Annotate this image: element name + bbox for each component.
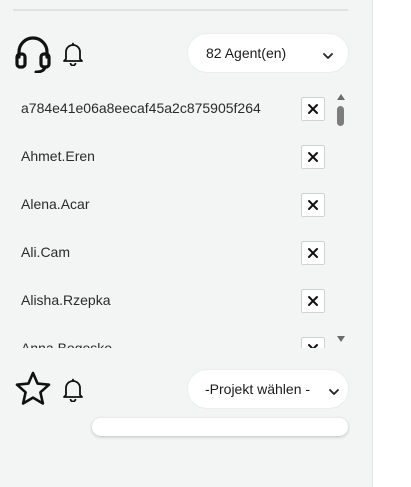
agent-select-label: 82 Agent(en)	[206, 45, 287, 61]
close-icon	[308, 296, 318, 306]
top-divider	[13, 9, 348, 11]
agent-name: a784e41e06a8eecaf45a2c875905f264	[21, 100, 261, 116]
chevron-down-icon	[322, 48, 334, 64]
remove-agent-button[interactable]	[301, 145, 325, 169]
close-icon	[308, 248, 318, 258]
list-item: Anna.Bogosko	[14, 326, 334, 348]
agent-name: Alena.Acar	[21, 196, 90, 212]
remove-agent-button[interactable]	[301, 289, 325, 313]
agent-list-scrollbar[interactable]	[335, 92, 347, 344]
agent-name: Alisha.Rzepka	[21, 292, 111, 308]
right-panel-edge	[372, 0, 411, 487]
agent-name: Ali.Cam	[21, 244, 71, 260]
agent-name: Anna.Bogosko	[21, 340, 113, 348]
list-item: Alena.Acar	[14, 182, 334, 230]
remove-agent-button[interactable]	[301, 241, 325, 265]
project-header-row: -Projekt wählen -	[14, 370, 348, 410]
bell-icon[interactable]	[62, 42, 84, 71]
bell-icon[interactable]	[62, 378, 84, 407]
project-dropdown-menu[interactable]	[92, 418, 348, 436]
list-item: Ali.Cam	[14, 230, 334, 278]
close-icon	[308, 200, 318, 210]
close-icon	[308, 152, 318, 162]
close-icon	[308, 104, 318, 114]
project-select-dropdown[interactable]: -Projekt wählen -	[188, 370, 348, 408]
list-item: Ahmet.Eren	[14, 134, 334, 182]
agents-header-row: 82 Agent(en)	[14, 34, 348, 74]
star-icon[interactable]	[14, 370, 52, 413]
scroll-thumb[interactable]	[337, 106, 344, 126]
scroll-down-arrow-icon[interactable]	[337, 336, 345, 342]
scroll-up-arrow-icon[interactable]	[337, 94, 345, 100]
agent-select-dropdown[interactable]: 82 Agent(en)	[188, 34, 348, 72]
headset-icon[interactable]	[14, 35, 52, 78]
project-select-label: -Projekt wählen -	[205, 381, 311, 397]
remove-agent-button[interactable]	[301, 97, 325, 121]
agent-name: Ahmet.Eren	[21, 148, 95, 164]
chevron-down-icon	[328, 384, 340, 400]
list-item: Alisha.Rzepka	[14, 278, 334, 326]
agent-list: a784e41e06a8eecaf45a2c875905f264 Ahmet.E…	[14, 86, 334, 348]
list-item: a784e41e06a8eecaf45a2c875905f264	[14, 86, 334, 134]
close-icon	[308, 344, 318, 348]
remove-agent-button[interactable]	[301, 337, 325, 348]
remove-agent-button[interactable]	[301, 193, 325, 217]
